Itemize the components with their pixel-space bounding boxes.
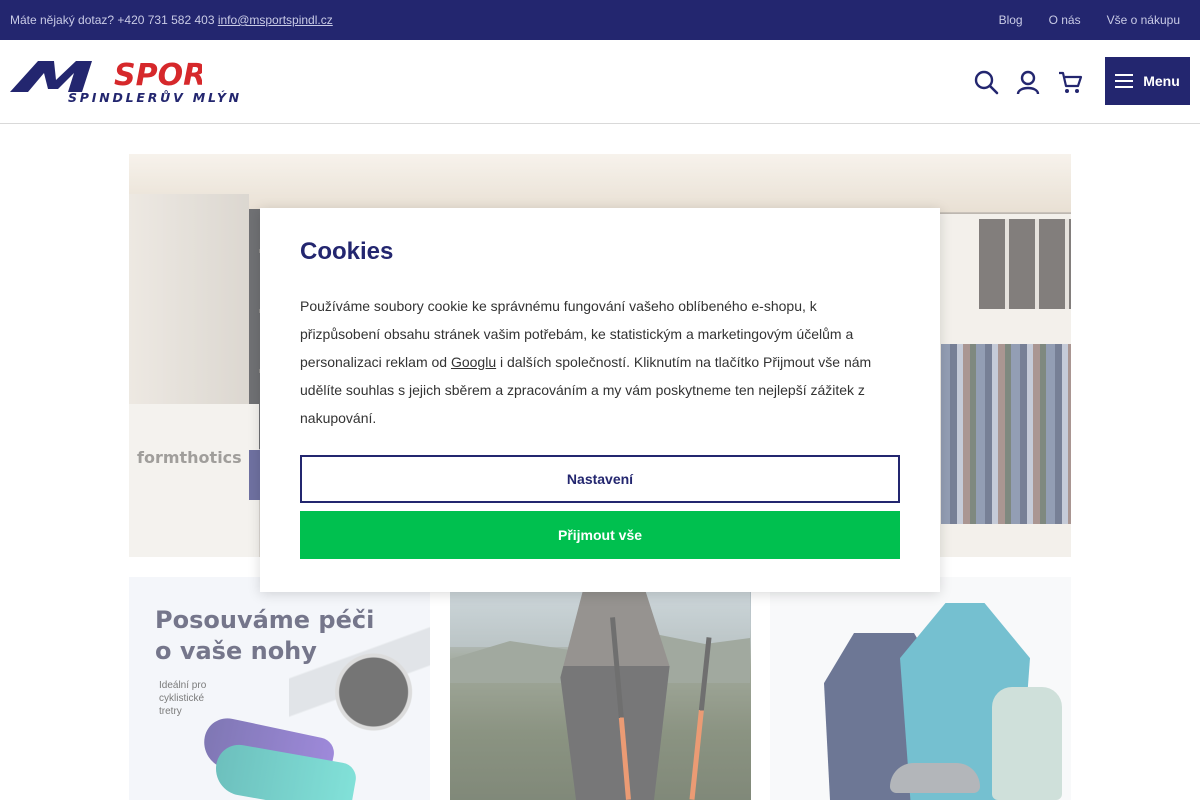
cookie-text: Používáme soubory cookie ke správnému fu… [300, 292, 900, 432]
contact-info: Máte nějaký dotaz? +420 731 582 403 info… [10, 13, 333, 27]
logo-m-mark: SPORT [10, 58, 228, 93]
top-link-blog[interactable]: Blog [999, 13, 1023, 27]
cookie-dialog: Cookies Používáme soubory cookie ke sprá… [260, 208, 940, 592]
contact-question: Máte nějaký dotaz? +420 731 582 403 [10, 13, 215, 27]
cookie-accept-all-button[interactable]: Přijmout vše [300, 511, 900, 559]
cookie-google-link[interactable]: Googlu [451, 354, 496, 370]
logo-main-text: SPORT [114, 58, 202, 92]
user-icon[interactable] [1015, 69, 1041, 95]
site-logo[interactable]: SPORT ŠPINDLERŮV MLÝN [10, 58, 239, 108]
top-link-about[interactable]: O nás [1049, 13, 1081, 27]
cart-icon[interactable] [1057, 69, 1083, 95]
cookie-title: Cookies [300, 238, 394, 265]
search-icon[interactable] [973, 69, 999, 95]
contact-email-link[interactable]: info@msportspindl.cz [218, 13, 333, 27]
menu-label: Menu [1143, 73, 1180, 89]
cookie-settings-button[interactable]: Nastavení [300, 455, 900, 503]
top-link-shopping-info[interactable]: Vše o nákupu [1107, 13, 1180, 27]
logo-subtitle: ŠPINDLERŮV MLÝN [68, 90, 242, 105]
top-bar: Máte nějaký dotaz? +420 731 582 403 info… [0, 0, 1200, 40]
menu-button[interactable]: Menu [1105, 57, 1190, 105]
site-header: SPORT ŠPINDLERŮV MLÝN Menu [0, 40, 1200, 124]
hamburger-icon [1115, 74, 1134, 88]
top-links: Blog O nás Vše o nákupu [999, 13, 1180, 27]
